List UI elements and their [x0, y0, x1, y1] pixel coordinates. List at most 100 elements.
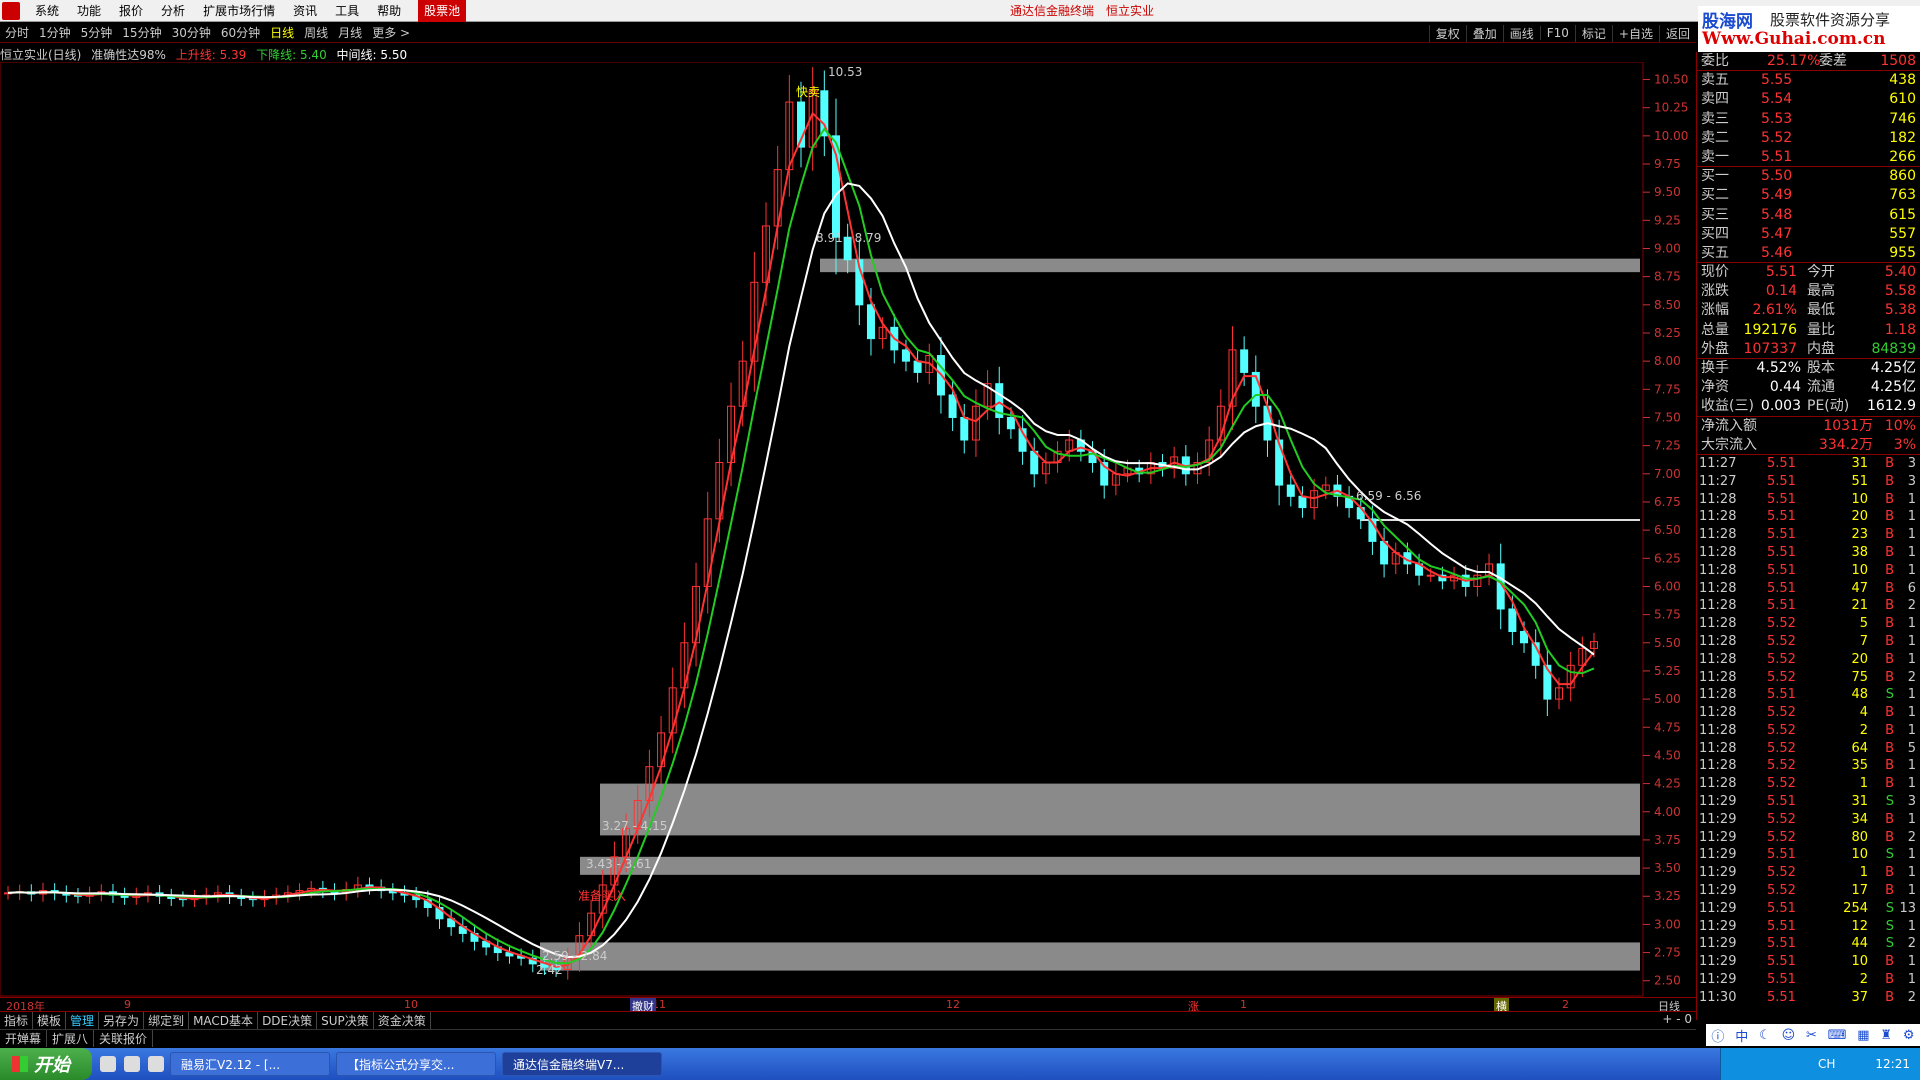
ie-icon[interactable]	[100, 1056, 116, 1072]
indicator-name: 恒立实业(日线)	[0, 48, 82, 62]
tab-opening[interactable]: 开婵幕	[0, 1029, 48, 1047]
bid-row: 买二 5.49 763	[1697, 186, 1920, 205]
ask-volume: 438	[1889, 72, 1916, 89]
candle-down	[1240, 349, 1249, 373]
period-1min[interactable]: 1分钟	[34, 24, 76, 41]
media-icon[interactable]	[148, 1056, 164, 1072]
period-monthly[interactable]: 月线	[333, 24, 367, 41]
tick-volume: 2	[1859, 722, 1868, 738]
tick-row: 11:28 5.51 20 B 1	[1697, 508, 1920, 526]
support-zone	[600, 783, 1640, 836]
bid-price: 5.49	[1761, 187, 1793, 204]
period-60min[interactable]: 60分钟	[216, 24, 265, 41]
tab-bind[interactable]: 绑定到	[144, 1012, 190, 1029]
period-weekly[interactable]: 周线	[299, 24, 333, 41]
info-icon[interactable]: ⓘ	[1711, 1026, 1724, 1045]
menu-analysis[interactable]: 分析	[152, 0, 194, 22]
tab-indicator[interactable]: 指标	[0, 1012, 34, 1029]
draw-line-button[interactable]: 画线	[1502, 24, 1540, 42]
y-tick-label: 8.00	[1654, 354, 1681, 368]
stat-value-2: 84839	[1871, 340, 1916, 357]
stat2-label-2: 流通	[1807, 379, 1835, 396]
stock-pool-button[interactable]: 股票池	[418, 0, 467, 22]
period-15min[interactable]: 15分钟	[117, 24, 166, 41]
tick-price: 5.51	[1767, 455, 1796, 471]
bid-price: 5.50	[1761, 168, 1793, 185]
menu-ext-market[interactable]: 扩展市场行情	[194, 0, 284, 22]
order-diff-value: 1508	[1880, 53, 1916, 69]
indicator-line: 恒立实业(日线) 准确性达98% 上升线: 5.39 下降线: 5.40 中间线…	[0, 46, 1640, 62]
mark-button[interactable]: 标记	[1574, 24, 1612, 42]
shirt-icon[interactable]: ♜	[1880, 1028, 1892, 1043]
tick-time: 11:28	[1699, 687, 1737, 703]
period-30min[interactable]: 30分钟	[167, 24, 216, 41]
candle-down	[1286, 484, 1295, 497]
period-tick[interactable]: 分时	[0, 24, 34, 41]
task-tdx-terminal[interactable]: 通达信金融终端V7...	[502, 1052, 662, 1076]
flow-label: 净流入额	[1701, 417, 1757, 434]
tab-manage[interactable]: 管理	[66, 1012, 100, 1029]
tick-row: 11:30 5.51 37 B 2	[1697, 989, 1920, 1007]
menu-quote[interactable]: 报价	[110, 0, 152, 22]
gear-icon[interactable]: ⚙	[1903, 1028, 1915, 1043]
tab-capital[interactable]: 资金决策	[374, 1012, 431, 1029]
zone1-label: 8.91 - 8.79	[816, 231, 881, 245]
tab-ext8[interactable]: 扩展八	[47, 1029, 95, 1047]
support-zone	[820, 258, 1640, 273]
keyboard-icon[interactable]: ⌨	[1828, 1028, 1847, 1043]
tick-row: 11:28 5.52 1 B 1	[1697, 775, 1920, 793]
ime-indicator[interactable]: CH	[1818, 1057, 1835, 1071]
tick-row: 11:29 5.51 10 S 1	[1697, 846, 1920, 864]
tick-price: 5.51	[1767, 598, 1796, 614]
back-button[interactable]: 返回	[1658, 24, 1696, 42]
f10-button[interactable]: F10	[1539, 26, 1575, 40]
tab-macd[interactable]: MACD基本	[189, 1012, 259, 1029]
smile-icon[interactable]: ☺	[1782, 1028, 1796, 1043]
stat-label-2: 内盘	[1807, 340, 1835, 357]
tab-sup[interactable]: SUP决策	[317, 1012, 374, 1029]
tick-volume: 34	[1851, 811, 1868, 827]
tab-template[interactable]: 模板	[33, 1012, 67, 1029]
period-more[interactable]: 更多 >	[367, 24, 415, 41]
period-daily[interactable]: 日线	[265, 24, 299, 41]
task-formula-share[interactable]: 【指标公式分享交...	[336, 1052, 496, 1076]
overlay-button[interactable]: 叠加	[1465, 24, 1503, 42]
desktop-icon[interactable]	[124, 1056, 140, 1072]
ask-price: 5.54	[1761, 91, 1793, 108]
tab-dde[interactable]: DDE决策	[258, 1012, 318, 1029]
menu-help[interactable]: 帮助	[368, 0, 410, 22]
menu-info[interactable]: 资讯	[284, 0, 326, 22]
flow-value: 334.2万	[1818, 436, 1873, 453]
candle-down	[960, 416, 969, 441]
zoom-controls[interactable]: + - 0	[1662, 1012, 1692, 1026]
start-button[interactable]: 开始	[0, 1048, 92, 1080]
y-tick-label: 9.00	[1654, 241, 1681, 255]
ask-row: 卖三 5.53 746	[1697, 110, 1920, 129]
menu-function[interactable]: 功能	[68, 0, 110, 22]
tick-volume: 12	[1851, 918, 1868, 934]
window-title: 通达信金融终端 恒立实业	[1010, 0, 1166, 22]
moon-icon[interactable]: ☾	[1759, 1028, 1771, 1043]
grid-icon[interactable]: ▦	[1857, 1028, 1869, 1043]
adjust-button[interactable]: 复权	[1428, 24, 1466, 42]
ask-volume: 746	[1889, 110, 1916, 127]
y-tick-label: 3.50	[1654, 861, 1681, 875]
kline-chart[interactable]: 10.50 10.25 10.00 9.75 9.50 9.25 9.00 8.75 8.50 8…	[0, 62, 1696, 998]
support-zone	[540, 942, 1640, 971]
candle-down	[1298, 495, 1307, 509]
tick-volume: 20	[1851, 509, 1868, 525]
order-ratio-row: 委比 25.17% 委差 1508	[1697, 52, 1920, 72]
task-rongyihui[interactable]: 融易汇V2.12 - [...	[170, 1052, 330, 1076]
period-5min[interactable]: 5分钟	[76, 24, 118, 41]
tab-save-as[interactable]: 另存为	[99, 1012, 145, 1029]
windows-flag-icon	[12, 1056, 28, 1072]
ime-cn-icon[interactable]: 中	[1735, 1026, 1748, 1045]
scissors-icon[interactable]: ✂	[1806, 1028, 1817, 1043]
tick-count: 1	[1907, 776, 1916, 792]
tick-row: 11:29 5.51 12 S 1	[1697, 918, 1920, 936]
menu-system[interactable]: 系统	[26, 0, 68, 22]
add-watchlist-button[interactable]: +自选	[1611, 24, 1659, 42]
menu-tools[interactable]: 工具	[326, 0, 368, 22]
tab-linked-quote[interactable]: 关联报价	[94, 1029, 154, 1047]
stat2-label-2: 股本	[1807, 360, 1835, 376]
